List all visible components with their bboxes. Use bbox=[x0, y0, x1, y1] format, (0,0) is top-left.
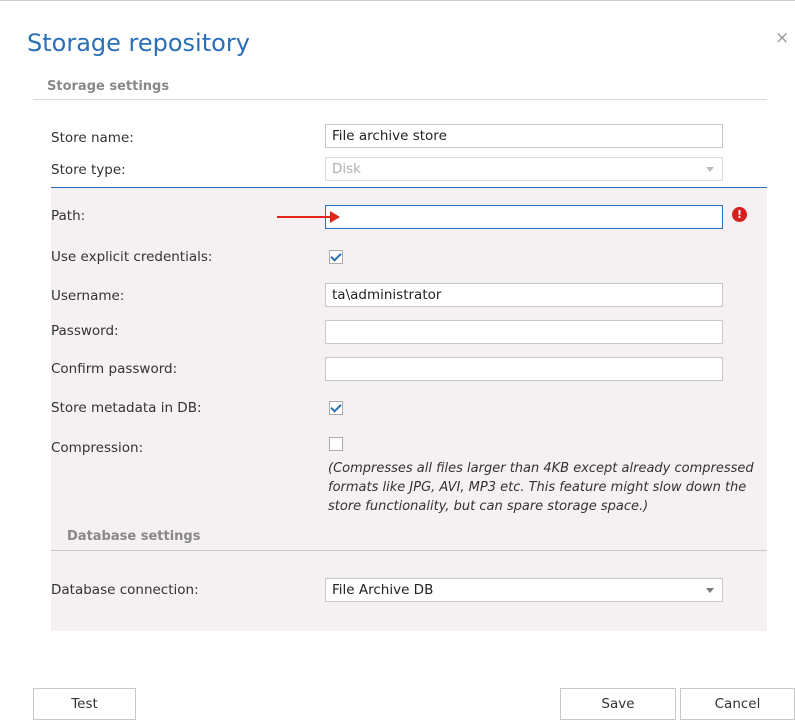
store-type-label: Store type: bbox=[51, 162, 126, 178]
username-label: Username: bbox=[51, 288, 125, 304]
store-type-value: Disk bbox=[332, 161, 361, 177]
store-name-input[interactable]: File archive store bbox=[325, 124, 723, 148]
top-border bbox=[0, 0, 795, 1]
username-input[interactable]: ta\administrator bbox=[325, 283, 723, 307]
database-settings-header: Database settings bbox=[67, 529, 201, 544]
close-icon[interactable]: × bbox=[775, 28, 789, 48]
path-input[interactable] bbox=[325, 205, 723, 229]
compression-note: (Compresses all files larger than 4KB ex… bbox=[328, 461, 754, 514]
compression-checkbox[interactable] bbox=[329, 437, 343, 451]
cancel-button[interactable]: Cancel bbox=[680, 688, 795, 720]
section-divider bbox=[33, 99, 767, 100]
path-label: Path: bbox=[51, 208, 86, 224]
section-divider bbox=[51, 550, 767, 551]
annotation-arrow-head bbox=[330, 211, 340, 223]
database-connection-select[interactable]: File Archive DB bbox=[325, 578, 723, 602]
checkmark-icon bbox=[330, 401, 342, 413]
compression-label: Compression: bbox=[51, 440, 144, 456]
storage-settings-header: Storage settings bbox=[47, 79, 170, 94]
storage-repository-dialog: Storage repository × Storage settings St… bbox=[0, 0, 795, 720]
store-metadata-label: Store metadata in DB: bbox=[51, 400, 202, 416]
save-button[interactable]: Save bbox=[560, 688, 676, 720]
chevron-down-icon bbox=[706, 588, 714, 593]
store-name-label: Store name: bbox=[51, 130, 134, 146]
active-section-divider bbox=[51, 187, 767, 188]
use-explicit-credentials-label: Use explicit credentials: bbox=[51, 249, 213, 265]
database-connection-label: Database connection: bbox=[51, 582, 199, 598]
password-input[interactable] bbox=[325, 320, 723, 344]
annotation-arrow bbox=[277, 216, 332, 218]
chevron-down-icon bbox=[706, 167, 714, 172]
error-icon: ! bbox=[732, 207, 747, 222]
test-button[interactable]: Test bbox=[33, 688, 136, 720]
checkmark-icon bbox=[330, 250, 342, 262]
dialog-title: Storage repository bbox=[27, 29, 250, 57]
confirm-password-label: Confirm password: bbox=[51, 361, 178, 377]
store-metadata-checkbox[interactable] bbox=[329, 401, 343, 415]
confirm-password-input[interactable] bbox=[325, 357, 723, 381]
use-explicit-credentials-checkbox[interactable] bbox=[329, 250, 343, 264]
store-type-select[interactable]: Disk bbox=[325, 157, 723, 181]
password-label: Password: bbox=[51, 323, 119, 339]
database-connection-value: File Archive DB bbox=[332, 582, 434, 598]
